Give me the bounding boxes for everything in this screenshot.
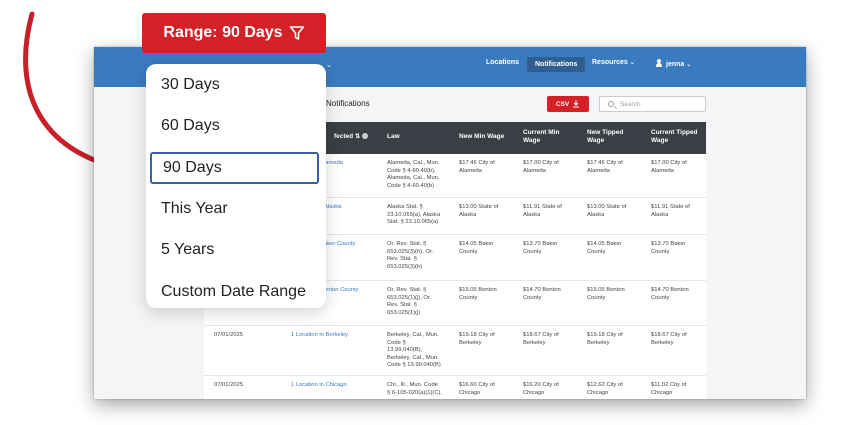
column-header-affected-label: fected: [334, 133, 354, 140]
nav-locations[interactable]: Locations: [486, 59, 519, 66]
column-header-law[interactable]: Law: [387, 133, 400, 141]
search-icon: [608, 101, 614, 107]
table-row: 07/01/2025 1 Location in Berkeley Berkel…: [204, 326, 706, 376]
location-link[interactable]: 1 Location in Berkeley: [291, 332, 348, 340]
current-tipped-wage-cell: $11.02 City of Chicago: [651, 382, 687, 396]
chevron-down-icon: ⌄: [629, 60, 635, 66]
current-tipped-wage-cell: $17.00 City of Alameda: [651, 160, 687, 174]
chevron-down-icon: ⌄: [686, 62, 692, 68]
info-icon[interactable]: [362, 133, 369, 139]
location-link[interactable]: lameda: [324, 160, 343, 168]
location-link[interactable]: enton County: [324, 287, 358, 295]
range-option-5-years[interactable]: 5 Years: [161, 241, 214, 259]
user-icon: [656, 59, 662, 67]
current-min-wage-cell: $13.70 Baker County: [523, 241, 558, 255]
filter-icon: [289, 26, 304, 40]
search-input[interactable]: [620, 99, 704, 109]
range-option-30-days[interactable]: 30 Days: [161, 76, 220, 94]
new-min-wage-cell: $17.46 City of Alameda: [459, 160, 495, 174]
law-cell: Or. Rev. Stat. § 653.025(1)(j), Or. Rev.…: [387, 287, 432, 316]
law-cell: Or. Rev. Stat. § 653.025(3)(h), Or. Rev.…: [387, 241, 434, 270]
current-min-wage-cell: $17.00 City of Alameda: [523, 160, 559, 174]
new-tipped-wage-cell: $15.05 Benton County: [587, 287, 625, 301]
location-link[interactable]: 1 Location in Chicago: [291, 382, 347, 390]
law-cell: Alameda, Cal., Mun. Code § 4-60.40(b), A…: [387, 160, 440, 189]
nav-notifications[interactable]: Notifications: [527, 57, 586, 72]
download-icon: [573, 100, 580, 108]
new-tipped-wage-cell: $17.46 City of Alameda: [587, 160, 623, 174]
law-cell: Chi., Ill., Mun. Code § 6-105-020(a)(1)(…: [387, 382, 443, 396]
new-tipped-wage-cell: $19.18 City of Berkeley: [587, 332, 623, 346]
range-option-custom-date-range[interactable]: Custom Date Range: [161, 283, 306, 301]
range-dropdown-menu: 30 Days 60 Days 90 Days This Year 5 Year…: [146, 64, 326, 308]
stage: ⌄ Locations Notifications Resources ⌄ jen…: [0, 0, 864, 425]
search-box[interactable]: [599, 96, 706, 112]
column-header-new-min-wage[interactable]: New Min Wage: [459, 133, 504, 141]
nav-resources[interactable]: Resources ⌄: [592, 59, 635, 66]
new-min-wage-cell: $14.05 Baker County: [459, 241, 494, 255]
current-tipped-wage-cell: $11.91 State of Alaska: [651, 204, 690, 218]
range-filter-label: Range: 90 Days: [163, 24, 283, 41]
new-min-wage-cell: $15.05 Benton County: [459, 287, 497, 301]
range-option-this-year[interactable]: This Year: [161, 200, 228, 218]
current-min-wage-cell: $16.20 City of Chicago: [523, 382, 559, 396]
sort-icon[interactable]: ⇅: [355, 134, 360, 140]
range-option-60-days[interactable]: 60 Days: [161, 117, 220, 135]
user-name: jenna: [666, 61, 685, 68]
effective-date-cell: 07/01/2025: [214, 332, 244, 338]
current-tipped-wage-cell: $18.67 City of Berkeley: [651, 332, 687, 346]
location-link[interactable]: aker County: [324, 241, 355, 249]
effective-date-cell: 07/01/2025: [214, 382, 244, 388]
current-min-wage-cell: $14.70 Benton County: [523, 287, 561, 301]
new-tipped-wage-cell: $13.00 State of Alaska: [587, 204, 627, 218]
csv-download-button[interactable]: CSV: [547, 96, 589, 112]
new-tipped-wage-cell: $12.62 City of Chicago: [587, 382, 623, 396]
current-tipped-wage-cell: $13.70 Baker County: [651, 241, 686, 255]
current-tipped-wage-cell: $14.70 Benton County: [651, 287, 689, 301]
new-min-wage-cell: $19.18 City of Berkeley: [459, 332, 495, 346]
column-header-new-tipped-wage[interactable]: New Tipped Wage: [587, 129, 635, 145]
law-cell: Berkeley, Cal., Mun. Code § 13.99.040(B)…: [387, 332, 441, 368]
column-header-affected[interactable]: fected ⇅: [334, 133, 369, 141]
location-link[interactable]: Alaska: [324, 204, 341, 212]
table-row: 07/01/2025 1 Location in Chicago Chi., I…: [204, 376, 706, 399]
nav-user-menu[interactable]: jenna ⌄: [656, 59, 691, 68]
current-min-wage-cell: $11.91 State of Alaska: [523, 204, 562, 218]
chevron-down-icon[interactable]: ⌄: [326, 61, 332, 69]
page-title: Notifications: [326, 99, 370, 108]
new-min-wage-cell: $16.60 City of Chicago: [459, 382, 495, 396]
current-min-wage-cell: $18.67 City of Berkeley: [523, 332, 559, 346]
new-tipped-wage-cell: $14.05 Baker County: [587, 241, 622, 255]
range-filter-button[interactable]: Range: 90 Days: [142, 13, 326, 53]
column-header-current-min-wage[interactable]: Current Min Wage: [523, 129, 571, 145]
column-header-current-tipped-wage[interactable]: Current Tipped Wage: [651, 129, 701, 145]
range-option-90-days[interactable]: 90 Days: [150, 152, 319, 184]
law-cell: Alaska Stat. § 23.10.065(a), Alaska Stat…: [387, 204, 441, 225]
nav-resources-label: Resources: [592, 59, 628, 66]
new-min-wage-cell: $13.00 State of Alaska: [459, 204, 499, 218]
csv-label: CSV: [555, 100, 570, 108]
